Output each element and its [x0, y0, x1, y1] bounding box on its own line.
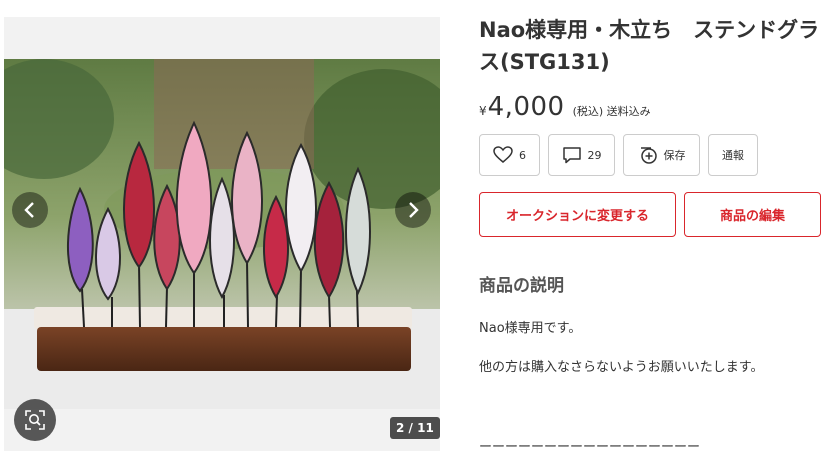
action-bar: 6 29 保存 通報 [479, 134, 766, 176]
chevron-right-icon [409, 202, 419, 218]
item-detail-panel: Nao様専用・木立ち ステンドグラス(STG131) ¥ 4,000 (税込) … [479, 0, 829, 456]
description-heading: 商品の説明 [479, 276, 564, 296]
like-count: 6 [519, 148, 526, 162]
heart-icon [493, 146, 513, 164]
like-button[interactable]: 6 [479, 134, 540, 176]
comment-icon [562, 146, 582, 164]
next-image-button[interactable] [395, 192, 431, 228]
report-button[interactable]: 通報 [708, 134, 758, 176]
save-label: 保存 [663, 149, 686, 162]
comment-button[interactable]: 29 [548, 134, 615, 176]
zoom-button[interactable] [14, 399, 56, 441]
currency-symbol: ¥ [479, 104, 487, 118]
product-photo[interactable] [4, 59, 440, 409]
image-counter: 2 / 11 [390, 417, 440, 439]
prev-image-button[interactable] [12, 192, 48, 228]
edit-item-button[interactable]: 商品の編集 [684, 192, 821, 237]
chevron-left-icon [24, 202, 34, 218]
item-price: 4,000 [487, 92, 565, 122]
search-zoom-icon [25, 410, 45, 430]
price-row: ¥ 4,000 (税込) 送料込み [479, 92, 651, 122]
description-line: 他の方は購入なさらないようお願いいたします。 [479, 360, 764, 375]
change-to-auction-button[interactable]: オークションに変更する [479, 192, 676, 237]
tax-note: (税込) 送料込み [572, 105, 651, 118]
save-add-icon [638, 145, 658, 165]
comment-count: 29 [587, 148, 602, 162]
owner-buttons: オークションに変更する 商品の編集 [479, 192, 821, 237]
image-gallery: 2 / 11 [4, 17, 440, 451]
save-button[interactable]: 保存 [623, 134, 700, 176]
description-divider-line: ーーーーーーーーーーーーーーーーー [479, 440, 701, 455]
report-label: 通報 [722, 149, 744, 162]
description-line: Nao様専用です。 [479, 321, 582, 336]
item-title: Nao様専用・木立ち ステンドグラス(STG131) [479, 18, 820, 74]
